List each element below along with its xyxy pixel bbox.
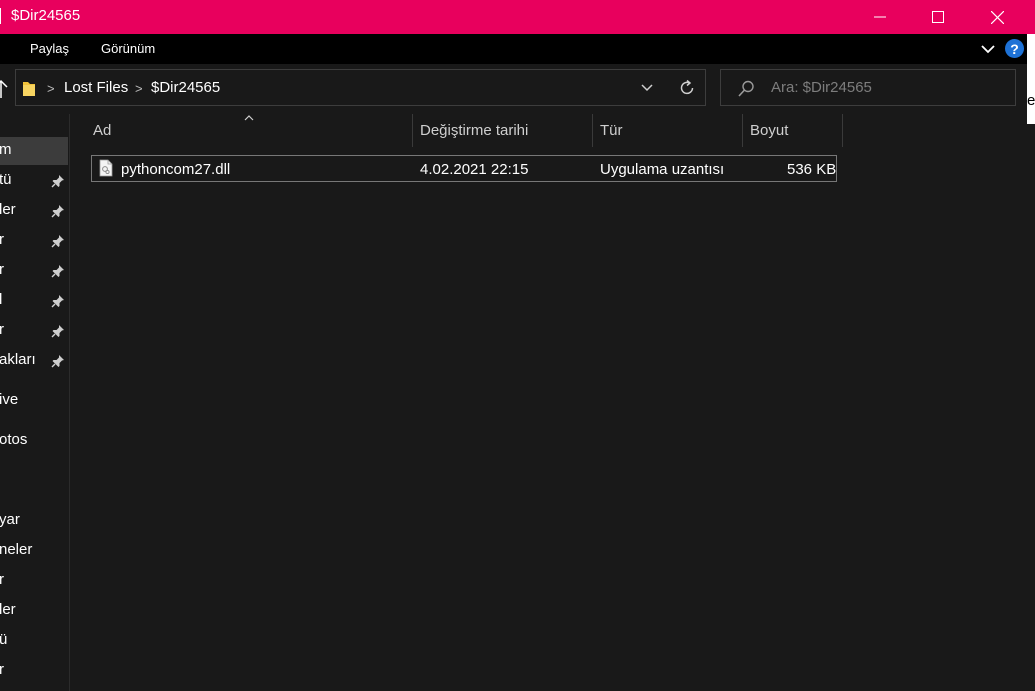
expand-ribbon-chevron-icon[interactable]: [979, 40, 997, 58]
nav-item[interactable]: ü: [0, 627, 68, 655]
background-window-edge: e: [1027, 34, 1035, 691]
address-bar[interactable]: > Lost Files > $Dir24565: [15, 69, 706, 106]
pin-icon[interactable]: [51, 264, 65, 278]
nav-item[interactable]: r: [0, 567, 68, 595]
nav-item[interactable]: r: [0, 657, 68, 685]
nav-item[interactable]: m: [0, 137, 68, 165]
nav-item-label: r: [0, 231, 4, 248]
tab-share[interactable]: Paylaş: [30, 41, 69, 56]
file-list: Ad Değiştirme tarihi Tür Boyut pythoncom…: [70, 114, 1027, 691]
background-window-letter: e: [1027, 92, 1035, 109]
breadcrumb-current[interactable]: $Dir24565: [151, 79, 220, 96]
nav-item-label: ler: [0, 601, 16, 618]
close-button[interactable]: [968, 0, 1026, 34]
pin-icon[interactable]: [51, 354, 65, 368]
nav-item-label: r: [0, 261, 4, 278]
refresh-icon[interactable]: [678, 79, 696, 97]
file-type: Uygulama uzantısı: [600, 161, 725, 178]
address-history-chevron-down-icon[interactable]: [640, 82, 654, 94]
column-divider[interactable]: [842, 114, 843, 147]
column-header-name[interactable]: Ad: [93, 122, 111, 139]
pin-icon[interactable]: [51, 234, 65, 248]
title-bar-icon: [0, 8, 4, 24]
column-divider[interactable]: [412, 114, 413, 147]
nav-item[interactable]: l: [0, 287, 68, 315]
dll-file-icon: [99, 159, 113, 177]
folder-icon: [23, 82, 35, 96]
ribbon-tabs: Paylaş Görünüm ?: [0, 34, 1027, 64]
column-divider[interactable]: [742, 114, 743, 147]
sort-ascending-icon: [244, 115, 254, 121]
nav-item[interactable]: ive: [0, 387, 68, 415]
minimize-icon: [874, 16, 886, 18]
navigation-pane: m tü ler r r l r akları ive otos yar nel…: [0, 114, 70, 691]
help-button[interactable]: ?: [1005, 39, 1024, 58]
nav-item[interactable]: r: [0, 317, 68, 345]
column-header-date[interactable]: Değiştirme tarihi: [420, 122, 528, 139]
window-title: $Dir24565: [11, 7, 81, 24]
nav-item-label: akları: [0, 351, 36, 368]
search-box[interactable]: Ara: $Dir24565: [720, 69, 1016, 106]
nav-item-label: ler: [0, 201, 16, 218]
pin-icon[interactable]: [51, 204, 65, 218]
nav-item[interactable]: ler: [0, 197, 68, 225]
file-size: 536 KB: [787, 161, 837, 178]
nav-item-label: yar: [0, 511, 20, 528]
file-modified: 4.02.2021 22:15: [420, 161, 529, 178]
nav-item-label: ive: [0, 391, 19, 408]
close-icon: [990, 10, 1004, 24]
nav-item[interactable]: ler: [0, 597, 68, 625]
up-arrow-icon[interactable]: [0, 79, 8, 99]
pin-icon[interactable]: [51, 294, 65, 308]
help-icon: ?: [1010, 40, 1019, 57]
nav-item-label: neler: [0, 541, 33, 558]
nav-item[interactable]: akları: [0, 347, 68, 375]
nav-item[interactable]: tü: [0, 167, 68, 195]
column-divider[interactable]: [592, 114, 593, 147]
search-icon: [738, 80, 754, 97]
breadcrumb-lost-files[interactable]: Lost Files: [64, 79, 128, 96]
maximize-button[interactable]: [909, 0, 967, 34]
column-header-size[interactable]: Boyut: [750, 122, 788, 139]
nav-item[interactable]: r: [0, 257, 68, 285]
nav-item[interactable]: r: [0, 227, 68, 255]
nav-item-label: r: [0, 571, 4, 588]
nav-item-label: r: [0, 661, 4, 678]
nav-item-label: tü: [0, 171, 12, 188]
pin-icon[interactable]: [51, 174, 65, 188]
minimize-button[interactable]: [851, 0, 909, 34]
tab-view[interactable]: Görünüm: [101, 41, 155, 56]
nav-item-label: ü: [0, 631, 8, 648]
nav-item[interactable]: neler: [0, 537, 68, 565]
nav-item-label: m: [0, 141, 12, 158]
nav-item-label: r: [0, 321, 4, 338]
address-row: > Lost Files > $Dir24565 Ara: $Dir24565: [0, 64, 1027, 114]
search-placeholder: Ara: $Dir24565: [771, 79, 872, 96]
title-bar: $Dir24565: [0, 0, 1035, 34]
column-header-type[interactable]: Tür: [600, 122, 623, 139]
nav-item-label: otos: [0, 431, 28, 448]
breadcrumb-chevron-icon[interactable]: >: [135, 81, 143, 96]
file-name: pythoncom27.dll: [121, 161, 231, 178]
file-row[interactable]: pythoncom27.dll 4.02.2021 22:15 Uygulama…: [91, 155, 837, 182]
nav-item-label: l: [0, 291, 3, 308]
breadcrumb-chevron-icon[interactable]: >: [47, 81, 55, 96]
nav-item[interactable]: yar: [0, 507, 68, 535]
maximize-icon: [932, 11, 944, 23]
pin-icon[interactable]: [51, 324, 65, 338]
nav-item[interactable]: otos: [0, 427, 68, 455]
